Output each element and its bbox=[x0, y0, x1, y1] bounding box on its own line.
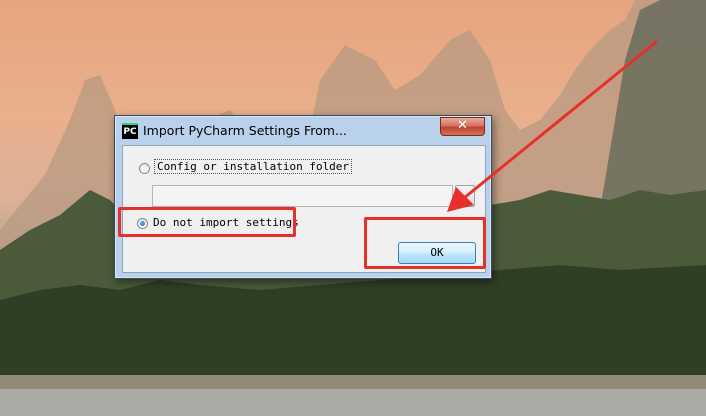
pycharm-app-icon: PC bbox=[122, 123, 138, 139]
highlight-do-not-import bbox=[118, 207, 296, 237]
highlight-ok-button bbox=[364, 217, 486, 269]
config-folder-radio[interactable] bbox=[139, 163, 150, 174]
browse-folder-button[interactable] bbox=[455, 185, 475, 207]
config-folder-label[interactable]: Config or installation folder bbox=[154, 159, 353, 174]
close-button[interactable]: ✕ bbox=[440, 117, 485, 136]
close-icon: ✕ bbox=[457, 118, 468, 133]
dialog-titlebar[interactable]: PC Import PyCharm Settings From... ✕ bbox=[115, 116, 491, 144]
dialog-title: Import PyCharm Settings From... bbox=[143, 123, 347, 138]
config-folder-path-input[interactable] bbox=[152, 185, 453, 207]
